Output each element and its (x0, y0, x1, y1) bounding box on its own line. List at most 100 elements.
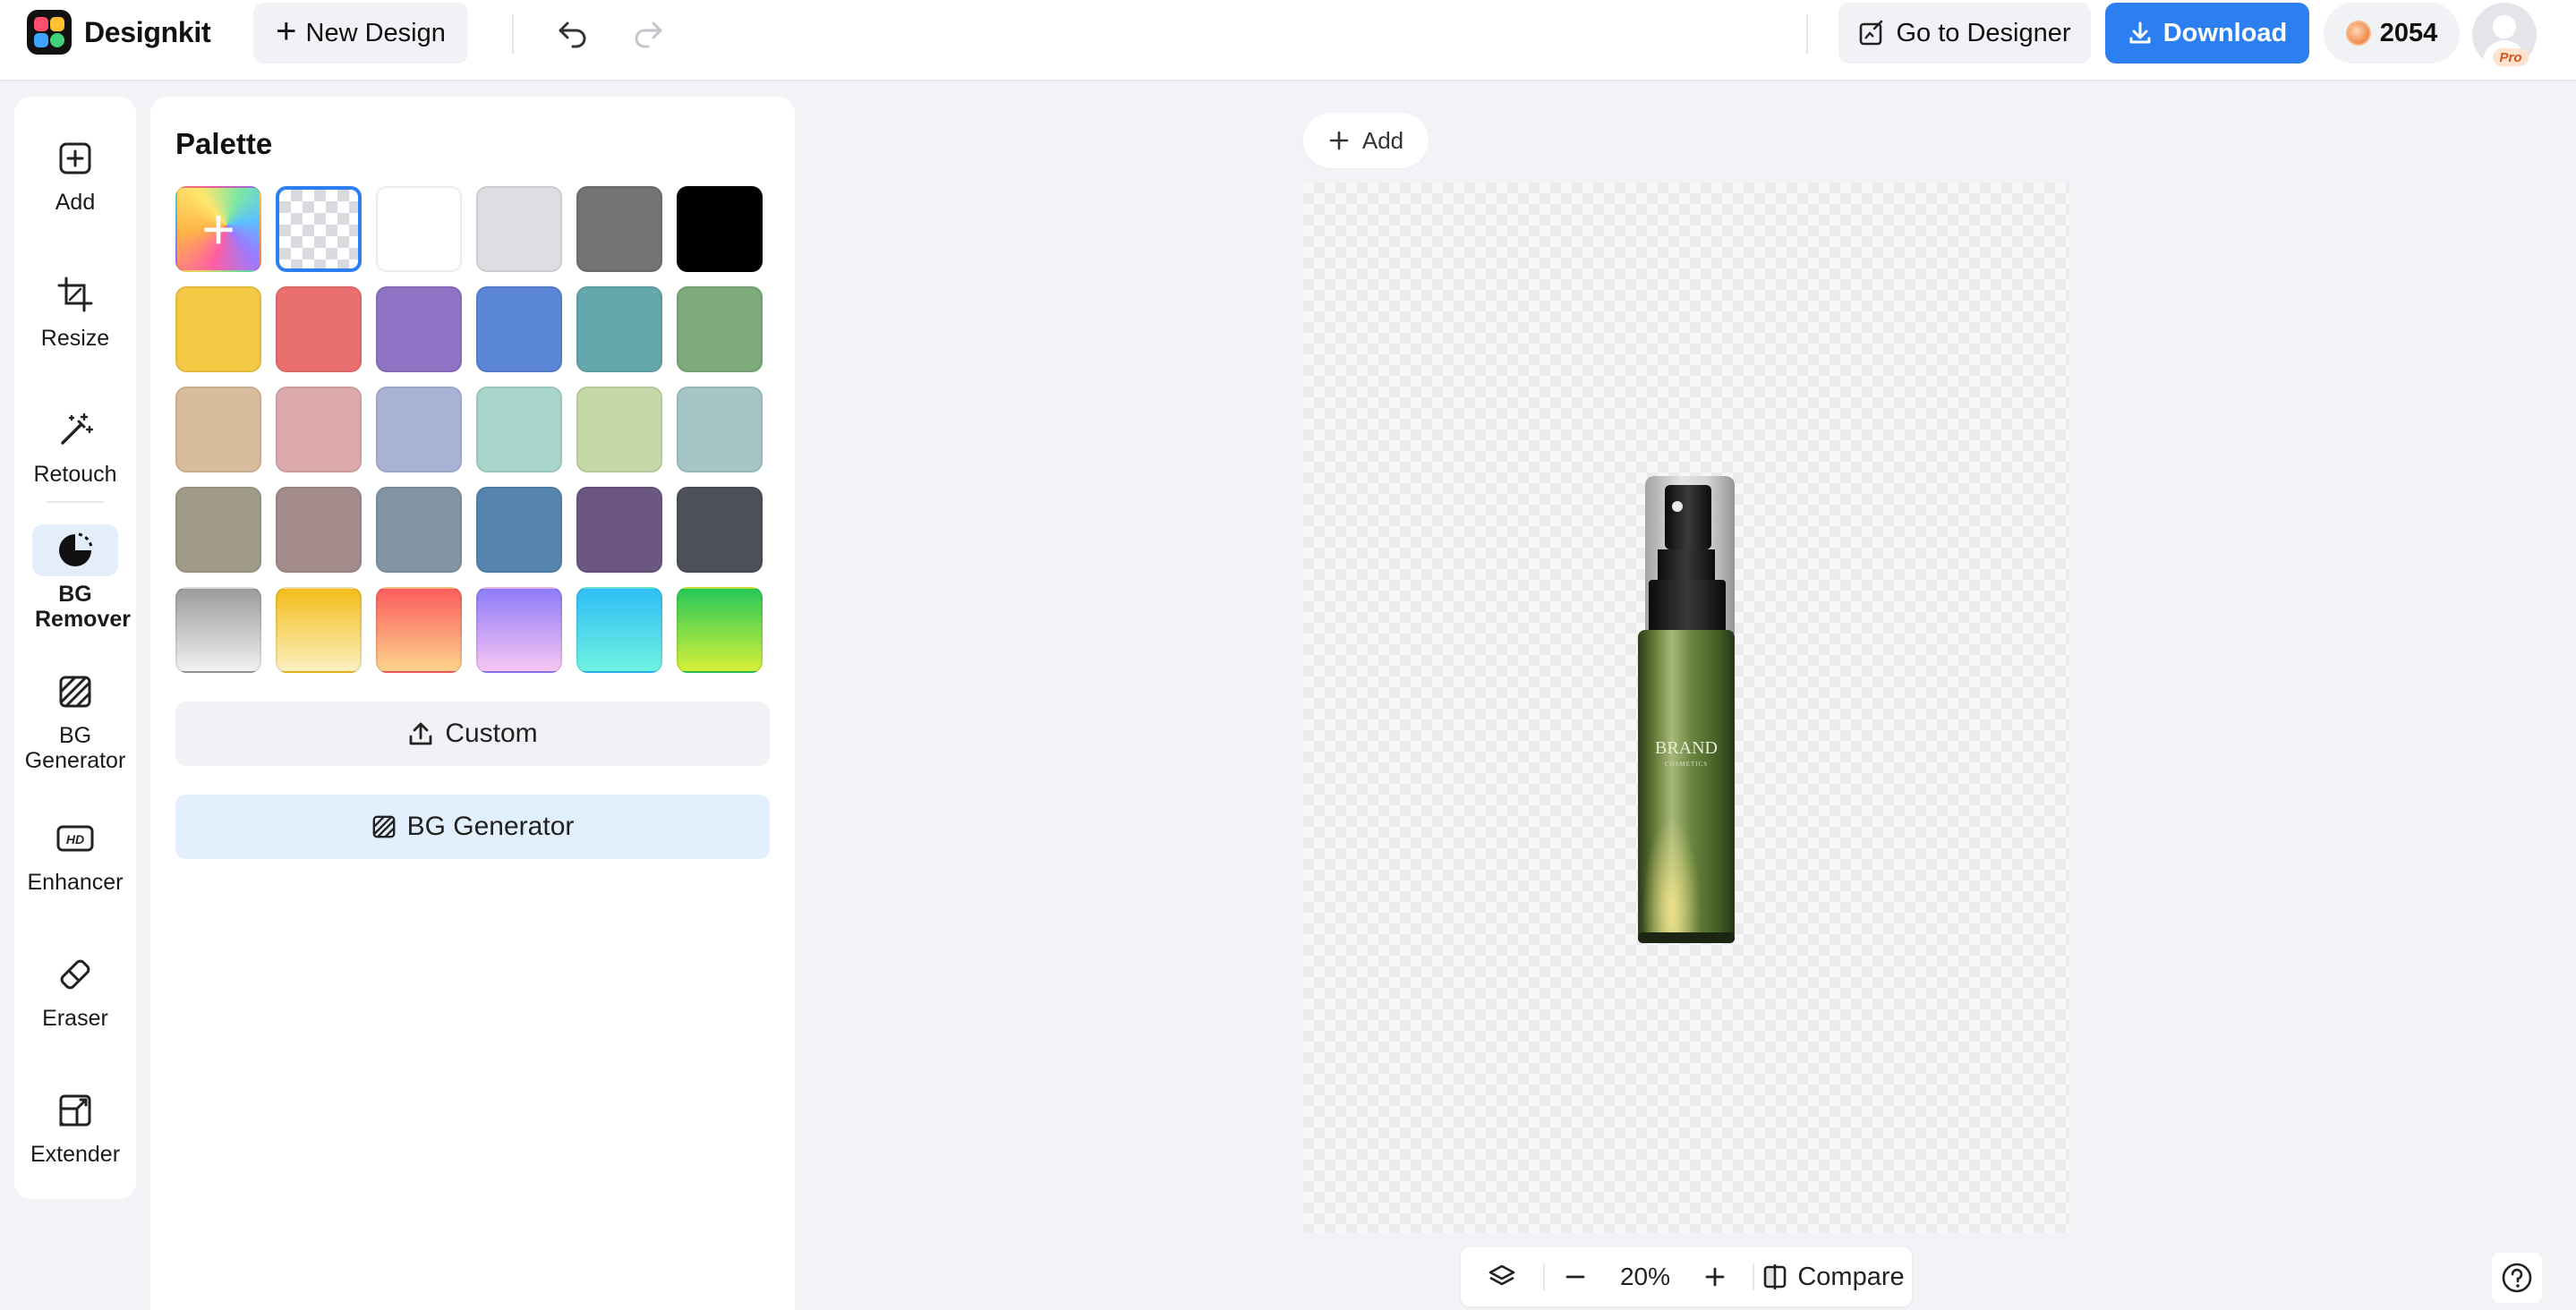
color-swatch[interactable] (175, 286, 261, 372)
help-icon (2502, 1263, 2532, 1293)
plus-icon: + (276, 12, 297, 51)
color-swatch[interactable] (376, 487, 462, 573)
go-to-designer-button[interactable]: Go to Designer (1838, 3, 2091, 64)
color-swatch[interactable] (677, 487, 763, 573)
color-swatch[interactable] (677, 387, 763, 472)
tool-bg-remover[interactable]: BG Remover (14, 524, 136, 632)
minus-icon (1565, 1275, 1585, 1279)
color-swatch[interactable] (276, 587, 362, 673)
compare-button[interactable]: Compare (1760, 1247, 1906, 1306)
download-button[interactable]: Download (2105, 3, 2309, 64)
color-swatch[interactable] (576, 286, 662, 372)
bg-remover-icon (32, 524, 118, 576)
product-brand-text: BRAND (1655, 738, 1718, 758)
color-swatch[interactable] (576, 186, 662, 272)
plus-icon (1329, 131, 1349, 150)
tool-bg-generator[interactable]: BG Generator (14, 666, 136, 773)
tool-label: Enhancer (27, 870, 124, 895)
color-swatch[interactable] (175, 587, 261, 673)
zoom-in-button[interactable] (1692, 1247, 1738, 1306)
color-swatch[interactable] (677, 186, 763, 272)
panel-title: Palette (175, 127, 273, 160)
color-swatch[interactable] (677, 286, 763, 372)
extend-frame-icon (32, 1085, 118, 1136)
bg-generator-label: BG Generator (406, 812, 575, 841)
app-logo[interactable]: Designkit (27, 10, 211, 55)
app-name: Designkit (84, 15, 211, 48)
undo-button[interactable] (550, 13, 596, 55)
zoom-level[interactable]: 20% (1602, 1247, 1688, 1306)
color-swatch[interactable] (576, 487, 662, 573)
undo-icon (559, 21, 586, 48)
color-swatch[interactable] (175, 487, 261, 573)
custom-upload-button[interactable]: Custom (175, 702, 770, 766)
header-divider-right (1806, 14, 1808, 54)
crop-icon (32, 268, 118, 320)
color-swatch[interactable] (376, 387, 462, 472)
color-swatch[interactable] (376, 186, 462, 272)
color-swatch[interactable] (677, 587, 763, 673)
tool-extender[interactable]: Extender (14, 1085, 136, 1167)
new-design-button[interactable]: + New Design (253, 3, 468, 64)
tool-enhancer[interactable]: HD Enhancer (14, 812, 136, 895)
custom-color-swatch[interactable]: + (175, 186, 261, 272)
upload-icon (409, 722, 432, 745)
color-swatch[interactable] (476, 587, 562, 673)
add-layer-button[interactable]: Add (1303, 113, 1429, 168)
color-swatch[interactable] (276, 387, 362, 472)
redo-button[interactable] (625, 13, 671, 55)
layers-button[interactable] (1477, 1247, 1527, 1306)
zoom-toolbar: 20% Compare (1461, 1247, 1912, 1306)
palette-panel: Palette + Custom BG Generator (150, 97, 795, 1310)
header-divider (512, 14, 514, 54)
color-swatch[interactable] (376, 286, 462, 372)
zoom-value: 20% (1619, 1263, 1671, 1290)
tool-label: Retouch (33, 462, 117, 487)
bg-generator-button[interactable]: BG Generator (175, 795, 770, 859)
go-to-designer-label: Go to Designer (1896, 18, 2071, 47)
rail-divider (47, 501, 104, 503)
tool-label: Add (55, 190, 96, 215)
tool-label: BG Remover (35, 582, 131, 632)
color-swatch[interactable] (276, 286, 362, 372)
credits-badge[interactable]: 2054 (2324, 3, 2460, 64)
color-swatch[interactable] (476, 387, 562, 472)
pro-badge: Pro (2493, 48, 2529, 66)
coin-icon (2345, 21, 2371, 46)
download-icon (2129, 21, 2151, 44)
tool-eraser[interactable]: Eraser (14, 948, 136, 1031)
redo-icon (635, 21, 662, 48)
color-swatch[interactable] (476, 186, 562, 272)
transparent-swatch[interactable] (276, 186, 362, 272)
add-square-icon (32, 132, 118, 184)
magic-wand-icon (32, 404, 118, 456)
svg-text:HD: HD (66, 832, 84, 846)
user-icon (2493, 15, 2516, 38)
plus-icon: + (201, 197, 235, 261)
color-swatch[interactable] (476, 286, 562, 372)
tool-label: BG Generator (24, 723, 126, 773)
color-swatch[interactable] (376, 587, 462, 673)
tool-label: Extender (30, 1142, 121, 1167)
product-sub-text: COSMETICS (1665, 761, 1708, 768)
tool-rail: Add Resize Retouch BG Remover BG Generat… (14, 97, 136, 1199)
tool-label: Resize (40, 326, 110, 351)
color-swatch[interactable] (175, 387, 261, 472)
new-design-label: New Design (305, 18, 446, 47)
color-swatch[interactable] (476, 487, 562, 573)
top-bar: Designkit + New Design Go to Designer Do… (0, 0, 2576, 81)
color-swatch[interactable] (576, 387, 662, 472)
tool-add[interactable]: Add (14, 132, 136, 215)
credits-count: 2054 (2379, 18, 2438, 47)
color-swatch[interactable] (276, 487, 362, 573)
custom-label: Custom (445, 719, 538, 748)
tool-retouch[interactable]: Retouch (14, 404, 136, 487)
tool-resize[interactable]: Resize (14, 268, 136, 351)
hatched-square-icon (372, 815, 395, 838)
color-swatch[interactable] (576, 587, 662, 673)
product-image[interactable]: BRAND COSMETICS (1622, 472, 1747, 947)
eraser-icon (32, 948, 118, 1000)
download-label: Download (2162, 18, 2288, 47)
zoom-out-button[interactable] (1552, 1247, 1599, 1306)
help-button[interactable] (2492, 1253, 2542, 1303)
